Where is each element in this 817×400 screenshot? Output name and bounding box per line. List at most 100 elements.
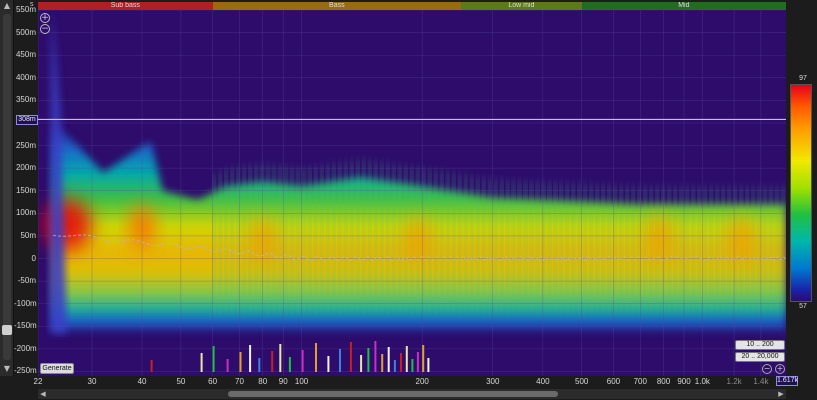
spectrum-ridge [673, 186, 677, 313]
scroll-left-icon[interactable]: ◀ [38, 389, 48, 399]
color-scale-tick: 5 [812, 280, 816, 286]
x-tick-label: 1.2k [726, 377, 742, 386]
horizontal-zoom-in-icon[interactable]: + [775, 364, 785, 374]
horizontal-scroll-thumb[interactable] [228, 391, 558, 397]
x-tick-label: 700 [633, 377, 647, 386]
scroll-down-icon[interactable]: ▼ [2, 364, 12, 374]
spectrum-ridge [278, 165, 282, 313]
spectrum-ridge [218, 171, 222, 313]
spectrum-ridge [338, 162, 342, 313]
spectrum-ridge [625, 185, 629, 313]
event-markers [150, 341, 430, 372]
y-tick-label: 100m [15, 208, 36, 218]
x-tick-label: 40 [137, 377, 147, 386]
event-marker [393, 360, 396, 372]
event-marker [381, 354, 384, 372]
color-scale-tick: 9 [812, 88, 816, 94]
y-tick-label: -200m [14, 343, 37, 353]
spectrum-ridge [530, 181, 533, 313]
spectrum-ridge [470, 175, 474, 313]
y-tick-label: -150m [14, 321, 37, 331]
x-tick-label: 500 [575, 377, 589, 386]
event-marker [279, 344, 282, 372]
x-tick-label: 1.4k [753, 377, 769, 386]
x-tick-label: 80 [258, 377, 268, 386]
vertical-scrollbar[interactable]: ▲ ▼ [0, 0, 14, 376]
x-tick-label: 70 [235, 377, 244, 386]
spectrum-ridge [685, 186, 689, 313]
horizontal-scrollbar[interactable]: ◀ ▶ [38, 389, 786, 399]
range-10-200-button[interactable]: 10 .. 200 [735, 340, 785, 350]
horizontal-zoom-out-icon[interactable]: − [762, 364, 772, 374]
spectrum-ridge [577, 183, 581, 313]
spectrum-ridge [320, 165, 324, 313]
color-scale-tick: 7 [812, 198, 816, 204]
vertical-scroll-track[interactable] [3, 14, 11, 360]
spectrum-ridge [458, 173, 462, 313]
range-20-20000-button[interactable]: 20 .. 20,000 [735, 352, 785, 362]
event-marker [374, 341, 377, 372]
spectrum-ridge [464, 174, 468, 313]
spectrum-ridge [548, 182, 551, 313]
spectrum-ridge [607, 184, 611, 313]
y-tick-label: 50m [20, 230, 36, 240]
spectrum-ridge [536, 181, 539, 313]
spectrum-ridge [763, 186, 767, 313]
band-bass: Bass [212, 2, 462, 10]
spectrum-ridge [284, 166, 288, 313]
generate-button[interactable]: Generate [40, 363, 74, 374]
x-tick-label: 900 [677, 377, 691, 386]
spectrum-ridge [488, 178, 492, 313]
spectrum-ridge [440, 171, 444, 313]
spectrum-ridge [601, 184, 605, 313]
spectrum-ridge [643, 186, 647, 313]
scroll-up-icon[interactable]: ▲ [2, 1, 12, 11]
event-marker [315, 343, 317, 372]
spectrum-ridge [565, 182, 569, 313]
spectrogram-plot[interactable]: + − [38, 10, 786, 376]
event-marker [212, 346, 215, 372]
x-tick-label: 300 [486, 377, 500, 386]
spectrum-ridge [703, 186, 707, 313]
spectrum-ridge [392, 163, 396, 313]
spectrum-ridge [613, 185, 617, 313]
event-marker [416, 352, 419, 372]
spectrum-ridge [512, 180, 515, 313]
y-tick-label: 250m [15, 140, 36, 150]
zoom-out-icon[interactable]: − [40, 24, 50, 34]
event-marker [200, 353, 203, 372]
spectrum-ridge [482, 177, 486, 313]
spectrum-ridge [434, 170, 438, 313]
y-tick-label: 450m [15, 50, 36, 60]
event-marker [422, 345, 425, 372]
spectrum-ridge [476, 176, 480, 313]
spectrum-ridge [308, 167, 312, 313]
x-tick-label: 600 [606, 377, 621, 386]
spectrum-ridge [356, 159, 360, 313]
y-cursor-readout[interactable]: 308m [16, 115, 38, 125]
spectrum-ridge [631, 185, 635, 313]
spectrum-ridge [446, 172, 450, 313]
spectrum-ridge [518, 180, 521, 313]
spectrum-ridge [721, 186, 725, 313]
y-tick-label: 350m [15, 95, 36, 105]
spectrum-analyzer-window: ▲ ▼ s Sub bass Bass Low mid Mid 550m 500m 450… [0, 0, 817, 400]
vertical-scroll-thumb[interactable] [2, 325, 12, 335]
spectrogram-canvas[interactable] [38, 10, 786, 376]
x-cursor-readout[interactable]: 1.617k [776, 376, 798, 386]
spectrum-ridge [506, 180, 510, 313]
scroll-right-icon[interactable]: ▶ [776, 389, 786, 399]
event-marker [239, 352, 242, 372]
color-scale-tick: 6 [812, 240, 816, 246]
band-mid: Mid [581, 2, 786, 10]
spectrum-ridge [757, 186, 761, 313]
spectrum-ridge [727, 186, 731, 313]
event-marker [405, 346, 408, 372]
event-marker [271, 351, 274, 372]
spectrum-ridge [709, 186, 713, 313]
zoom-in-icon[interactable]: + [40, 13, 50, 23]
color-scale-min: 57 [799, 303, 807, 310]
frequency-band-header: Sub bass Bass Low mid Mid [38, 2, 786, 10]
x-tick-label: 50 [176, 377, 186, 386]
band-low-mid: Low mid [461, 2, 582, 10]
